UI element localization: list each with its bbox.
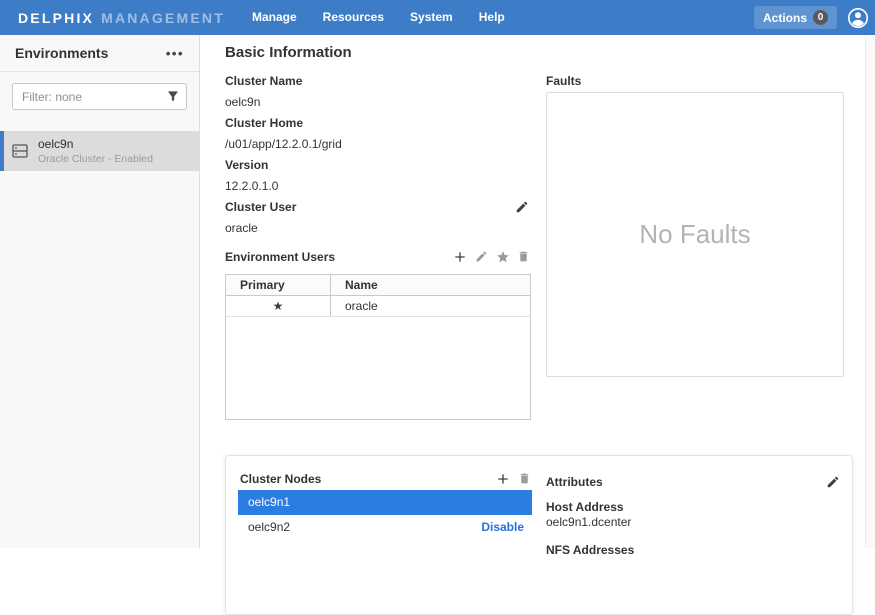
attribute-value-host-address: oelc9n1.dcenter	[546, 515, 840, 530]
node-name: oelc9n1	[248, 490, 290, 515]
field-label-cluster-name: Cluster Name	[225, 71, 531, 92]
node-row-oelc9n2[interactable]: oelc9n2 Disable	[238, 515, 532, 540]
cluster-environment-icon	[12, 144, 28, 158]
environment-filter	[12, 83, 187, 110]
basic-information-fields: Cluster Name oelc9n Cluster Home /u01/ap…	[225, 71, 531, 239]
environment-subtitle: Oracle Cluster - Enabled	[38, 153, 153, 165]
table-row[interactable]: ★ oracle	[226, 296, 530, 317]
field-label-version: Version	[225, 155, 531, 176]
attributes-header: Attributes	[546, 474, 840, 490]
add-node-icon[interactable]	[495, 471, 511, 487]
faults-panel: No Faults	[546, 92, 844, 377]
logo-primary: DELPHIX	[18, 10, 94, 26]
filter-input[interactable]	[12, 83, 187, 110]
environment-list-item-oelc9n[interactable]: oelc9n Oracle Cluster - Enabled	[0, 131, 199, 171]
column-header-primary: Primary	[226, 275, 331, 295]
attribute-label-host-address: Host Address	[546, 500, 840, 515]
nav-manage[interactable]: Manage	[239, 0, 310, 35]
main-content: Basic Information Cluster Name oelc9n Cl…	[201, 35, 865, 548]
environment-users-header: Environment Users	[225, 249, 531, 265]
disable-node-link[interactable]: Disable	[481, 515, 524, 540]
nav-resources[interactable]: Resources	[310, 0, 397, 35]
top-nav-menu: Manage Resources System Help	[239, 0, 518, 35]
users-table-header: Primary Name	[226, 275, 530, 296]
attributes-panel: Attributes Host Address oelc9n1.dcenter …	[546, 474, 840, 558]
cluster-nodes-title: Cluster Nodes	[240, 472, 321, 486]
top-nav-bar: DELPHIX MANAGEMENT Manage Resources Syst…	[0, 0, 875, 35]
cluster-nodes-card: Cluster Nodes oelc9n1 oelc9n2 Di	[225, 455, 853, 615]
vertical-scrollbar[interactable]	[865, 35, 875, 548]
nav-help[interactable]: Help	[466, 0, 518, 35]
environments-sidebar: Environments ••• oelc9n Oracle Cluster -…	[0, 35, 200, 548]
delete-node-icon[interactable]	[518, 472, 532, 486]
edit-cluster-user-icon[interactable]	[515, 200, 529, 214]
field-value-cluster-user: oracle	[225, 218, 531, 239]
sidebar-more-menu-icon[interactable]: •••	[166, 46, 184, 61]
environment-users-toolbar	[452, 249, 531, 265]
add-user-icon[interactable]	[452, 249, 468, 265]
delphix-logo: DELPHIX MANAGEMENT	[0, 10, 225, 26]
attributes-title: Attributes	[546, 475, 603, 489]
column-header-name: Name	[331, 275, 530, 295]
sidebar-title: Environments	[15, 45, 108, 61]
field-label-cluster-user: Cluster User	[225, 197, 531, 218]
faults-title: Faults	[546, 74, 581, 88]
environment-name: oelc9n	[38, 137, 153, 151]
sidebar-header: Environments •••	[0, 35, 199, 72]
user-avatar-icon[interactable]	[846, 6, 870, 30]
page-title: Basic Information	[225, 44, 352, 61]
topbar-right-group: Actions 0	[754, 6, 875, 30]
environment-list: oelc9n Oracle Cluster - Enabled	[0, 131, 199, 171]
field-value-cluster-home: /u01/app/12.2.0.1/grid	[225, 134, 531, 155]
delete-user-icon[interactable]	[517, 250, 531, 264]
edit-attributes-icon[interactable]	[826, 475, 840, 489]
no-faults-empty-state: No Faults	[639, 219, 750, 250]
field-value-cluster-name: oelc9n	[225, 92, 531, 113]
edit-user-icon[interactable]	[475, 250, 489, 264]
cluster-nodes-panel: Cluster Nodes oelc9n1 oelc9n2 Di	[238, 468, 532, 540]
cluster-nodes-toolbar	[495, 471, 532, 487]
actions-count-badge: 0	[813, 10, 828, 25]
nav-system[interactable]: System	[397, 0, 466, 35]
actions-button[interactable]: Actions 0	[754, 6, 837, 29]
primary-star-icon: ★	[226, 296, 331, 316]
node-row-oelc9n1[interactable]: oelc9n1	[238, 490, 532, 515]
field-value-version: 12.2.0.1.0	[225, 176, 531, 197]
node-name: oelc9n2	[248, 515, 290, 540]
attribute-label-nfs-addresses: NFS Addresses	[546, 543, 840, 558]
filter-funnel-icon[interactable]	[166, 89, 180, 103]
attributes-toolbar	[826, 475, 840, 489]
logo-secondary: MANAGEMENT	[101, 10, 225, 26]
field-label-cluster-home: Cluster Home	[225, 113, 531, 134]
user-name-cell: oracle	[331, 296, 530, 316]
actions-button-label: Actions	[763, 11, 807, 25]
environment-users-title: Environment Users	[225, 250, 335, 264]
cluster-nodes-header: Cluster Nodes	[238, 468, 532, 490]
environment-users-table: Primary Name ★ oracle	[225, 274, 531, 420]
set-primary-star-icon[interactable]	[496, 250, 510, 264]
